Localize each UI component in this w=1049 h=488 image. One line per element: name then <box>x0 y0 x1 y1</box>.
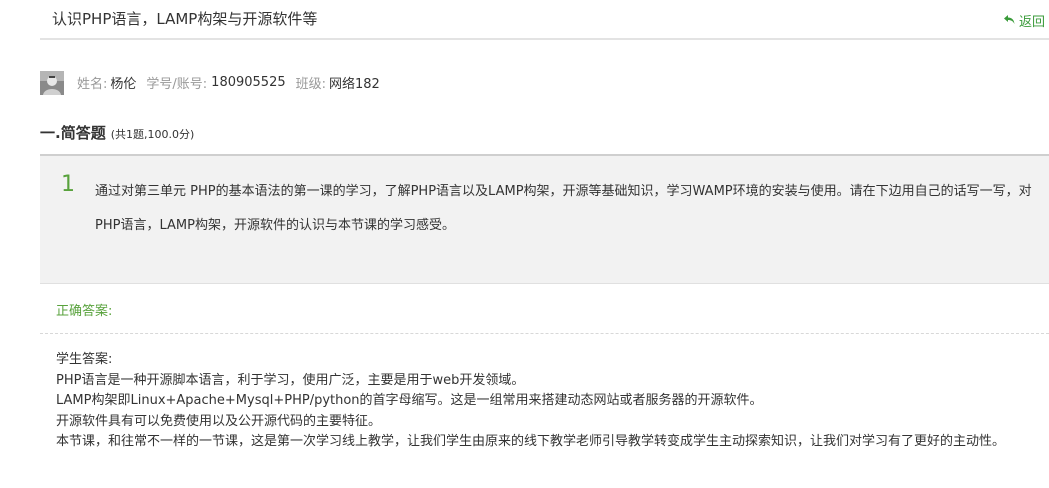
back-arrow-icon <box>1004 15 1015 24</box>
section-meta: (共1题,100.0分) <box>110 128 195 141</box>
student-answer: 学生答案: PHP语言是一种开源脚本语言，利于学习，使用广泛，主要是用于web开… <box>56 350 1036 453</box>
user-info: 姓名: 杨伦 学号/账号: 180905525 班级: 网络182 <box>40 70 390 95</box>
student-name: 杨伦 <box>110 77 137 92</box>
answer-line: 本节课，和往常不一样的一节课，这是第一次学习线上教学，让我们学生由原来的线下教学… <box>56 434 1006 449</box>
answer-line: LAMP构架即Linux+Apache+Mysql+PHP/python的首字母… <box>56 393 763 408</box>
answer-line: PHP语言是一种开源脚本语言，利于学习，使用广泛，主要是用于web开发领域。 <box>56 372 525 388</box>
back-label: 返回 <box>1019 14 1046 30</box>
question-text: 通过对第三单元 PHP的基本语法的第一课的学习，了解PHP语言以及LAMP构架，… <box>95 184 1032 233</box>
question-number: 1 <box>61 172 75 197</box>
back-button[interactable]: 返回 <box>1003 10 1049 30</box>
question-box: 1 通过对第三单元 PHP的基本语法的第一课的学习，了解PHP语言以及LAMP构… <box>40 154 1049 284</box>
page-title: 认识PHP语言，LAMP构架与开源软件等 <box>52 10 318 28</box>
correct-answer-row: 正确答案: <box>40 282 1049 334</box>
correct-answer-label: 正确答案: <box>56 304 113 319</box>
class-label: 班级: <box>295 77 327 92</box>
header-divider <box>40 38 1049 40</box>
class-name: 网络182 <box>329 77 380 92</box>
avatar <box>40 70 64 95</box>
name-label: 姓名: <box>77 77 108 92</box>
student-id: 180905525 <box>211 75 286 90</box>
student-id-label: 学号/账号: <box>146 77 208 92</box>
section-title: 一.简答题 <box>40 124 106 142</box>
student-answer-label: 学生答案: <box>56 352 113 367</box>
section-heading: 一.简答题 (共1题,100.0分) <box>40 122 194 143</box>
answer-line: 开源软件具有可以免费使用以及公开源代码的主要特征。 <box>56 413 382 429</box>
